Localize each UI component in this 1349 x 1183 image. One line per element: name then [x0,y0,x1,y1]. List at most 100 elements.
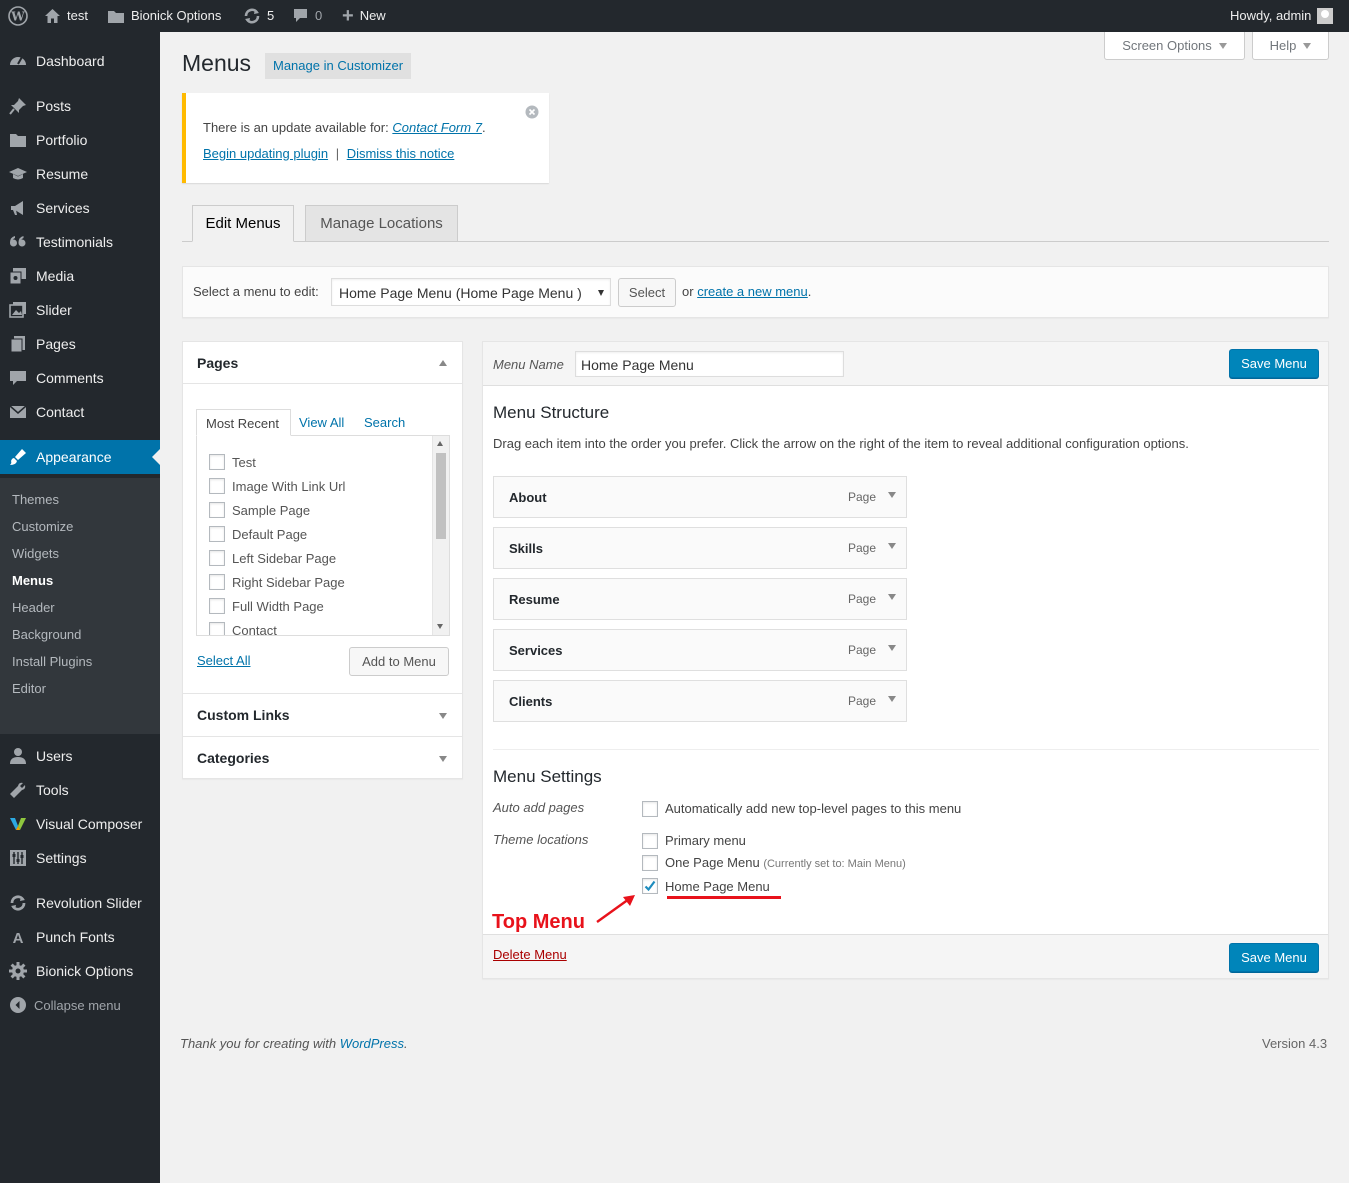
submenu-item-install-plugins[interactable]: Install Plugins [12,654,92,669]
menu-item-skills[interactable]: Skills Page [493,527,907,569]
sidebar-item-punch-fonts[interactable]: A Punch Fonts [0,920,160,954]
screen-options-button[interactable]: Screen Options [1104,32,1245,60]
custom-links-header[interactable]: Custom Links [183,693,462,736]
sidebar-item-revolution-slider[interactable]: Revolution Slider [0,886,160,920]
sidebar-item-pages[interactable]: Pages [0,327,160,361]
item-edit-arrow-icon[interactable] [888,645,896,651]
begin-updating-link[interactable]: Begin updating plugin [203,146,328,161]
page-label: Test [232,455,256,470]
new-content-link[interactable]: + New [342,0,386,32]
sidebar-item-media[interactable]: Media [0,259,160,293]
sidebar-item-appearance[interactable]: Appearance [0,440,160,474]
page-checkbox[interactable] [209,574,225,590]
plugin-link[interactable]: Contact Form 7 [392,120,482,135]
create-new-menu-link[interactable]: create a new menu [697,284,808,299]
notice-actions: Begin updating plugin | Dismiss this not… [203,146,454,161]
primary-menu-checkbox[interactable] [642,833,658,849]
manage-in-customizer-button[interactable]: Manage in Customizer [265,53,412,79]
sidebar-item-contact[interactable]: Contact [0,395,160,429]
page-label: Contact [232,623,277,636]
menu-item-about[interactable]: About Page [493,476,907,518]
appearance-submenu: Themes Customize Widgets Menus Header Backgro… [0,478,160,734]
dismiss-close-icon[interactable] [525,105,539,122]
sidebar-item-comments[interactable]: Comments [0,361,160,395]
sidebar-item-dashboard[interactable]: Dashboard [0,44,160,78]
submenu-item-widgets[interactable]: Widgets [12,546,59,561]
checklist-scrollbar[interactable] [432,436,449,635]
submenu-item-themes[interactable]: Themes [12,492,59,507]
submenu-item-header[interactable]: Header [12,600,55,615]
sidebar-item-settings[interactable]: Settings [0,841,160,875]
sidebar-item-resume[interactable]: Resume [0,157,160,191]
help-button[interactable]: Help [1252,32,1329,60]
save-menu-button-bottom[interactable]: Save Menu [1229,943,1319,972]
menu-name-value: Home Page Menu [581,357,694,373]
wordpress-link[interactable]: WordPress [340,1036,404,1051]
tab-edit-menus[interactable]: Edit Menus [192,205,294,242]
sidebar-item-services[interactable]: Services [0,191,160,225]
dropdown-arrow-icon [598,290,604,296]
pages-box-header[interactable]: Pages [183,342,462,384]
scroll-down-icon[interactable] [437,624,443,629]
page-checkbox[interactable] [209,550,225,566]
one-page-menu-checkbox[interactable] [642,855,658,871]
sidebar-item-label: Services [36,200,90,216]
tab-most-recent[interactable]: Most Recent [196,409,291,436]
dismiss-notice-link[interactable]: Dismiss this notice [347,146,455,161]
menu-name-input[interactable]: Home Page Menu [575,351,844,377]
page-checkbox[interactable] [209,502,225,518]
sidebar-item-tools[interactable]: Tools [0,773,160,807]
sidebar-item-testimonials[interactable]: Testimonials [0,225,160,259]
page-checkbox[interactable] [209,478,225,494]
item-edit-arrow-icon[interactable] [888,594,896,600]
sidebar-item-portfolio[interactable]: Portfolio [0,123,160,157]
sidebar-item-visual-composer[interactable]: Visual Composer [0,807,160,841]
tab-view-all[interactable]: View All [299,415,344,430]
tab-manage-locations[interactable]: Manage Locations [305,205,458,242]
menu-item-services[interactable]: Services Page [493,629,907,671]
categories-header[interactable]: Categories [183,736,462,778]
wordpress-logo-icon[interactable]: W [8,0,28,32]
menu-item-title: Clients [509,694,553,709]
tab-search[interactable]: Search [364,415,405,430]
item-edit-arrow-icon[interactable] [888,543,896,549]
auto-add-checkbox[interactable] [642,801,658,817]
menu-item-clients[interactable]: Clients Page [493,680,907,722]
add-items-panel: Pages Most Recent View All Search Test Im… [182,341,463,779]
page-checkbox[interactable] [209,622,225,635]
page-checkbox[interactable] [209,598,225,614]
menu-item-type: Page [847,643,876,657]
menu-item-resume[interactable]: Resume Page [493,578,907,620]
sidebar-item-slider[interactable]: Slider [0,293,160,327]
footer-thanks-text: Thank you for creating with [180,1036,340,1051]
home-page-menu-checkbox[interactable] [642,878,658,894]
comments-link[interactable]: 0 [292,0,322,32]
sidebar-item-users[interactable]: Users [0,739,160,773]
options-link[interactable]: Bionick Options [107,0,221,32]
site-name: test [67,8,88,23]
collapse-menu-button[interactable]: Collapse menu [0,988,160,1022]
select-all-link[interactable]: Select All [197,653,250,668]
item-edit-arrow-icon[interactable] [888,696,896,702]
sidebar-item-bionick-options[interactable]: Bionick Options [0,954,160,988]
scroll-up-icon[interactable] [437,441,443,446]
scroll-thumb[interactable] [436,453,446,539]
sidebar-item-posts[interactable]: Posts [0,89,160,123]
menu-select-dropdown[interactable]: Home Page Menu (Home Page Menu ) [331,278,611,306]
settings-divider [493,749,1319,750]
site-name-link[interactable]: test [44,0,88,32]
add-to-menu-button[interactable]: Add to Menu [349,647,449,676]
select-button[interactable]: Select [618,278,676,307]
annotation-arrow-icon [596,895,635,923]
my-account-link[interactable]: Howdy, admin [1230,0,1334,32]
submenu-item-background[interactable]: Background [12,627,81,642]
updates-link[interactable]: 5 [243,0,274,32]
item-edit-arrow-icon[interactable] [888,492,896,498]
delete-menu-link[interactable]: Delete Menu [493,947,567,962]
save-menu-button-top[interactable]: Save Menu [1229,349,1319,378]
submenu-item-customize[interactable]: Customize [12,519,73,534]
page-checkbox[interactable] [209,526,225,542]
page-checkbox[interactable] [209,454,225,470]
submenu-item-menus[interactable]: Menus [12,573,53,588]
submenu-item-editor[interactable]: Editor [12,681,46,696]
